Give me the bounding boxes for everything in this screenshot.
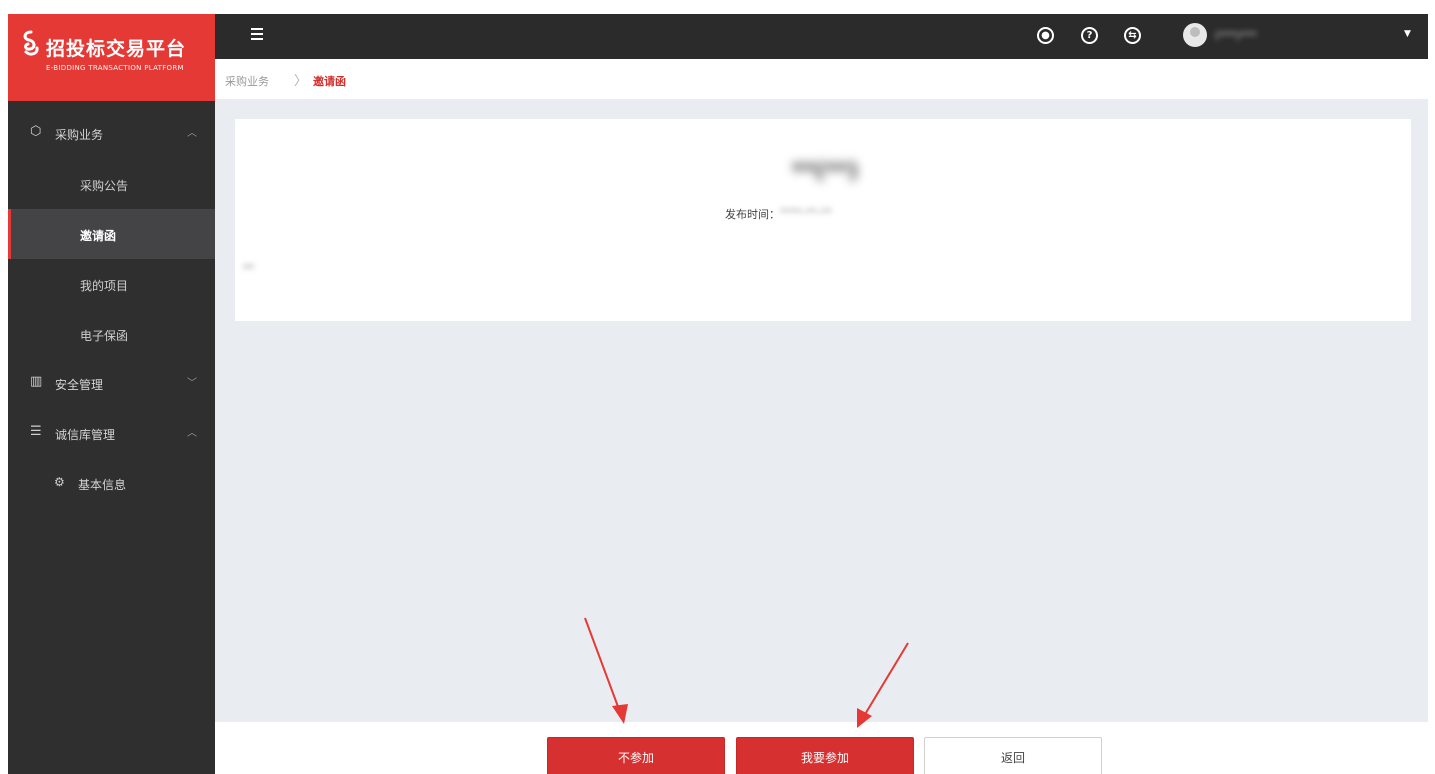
topbar: ● ? ⇆ (***)*** ▼ (215, 14, 1428, 59)
sidebar-group-label: 安全管理 (55, 378, 104, 392)
sidebar-item-label: 我的项目 (80, 279, 129, 293)
notification-icon[interactable]: ● (1037, 27, 1054, 44)
menu-toggle-icon[interactable] (251, 28, 265, 42)
switch-icon[interactable]: ⇆ (1124, 27, 1141, 44)
sidebar-group-procurement[interactable]: ⬡ 采购业务 ︿ (8, 109, 215, 159)
logo-subtitle: E-BIDDING TRANSACTION PLATFORM (46, 64, 184, 72)
publish-time-value: ****-**-** (780, 206, 832, 219)
caret-down-icon[interactable]: ▼ (1404, 29, 1411, 39)
document-title: **(**) (791, 159, 859, 184)
chevron-up-icon: ︿ (187, 128, 197, 139)
sidebar-item-my-projects[interactable]: 我的项目 (8, 259, 215, 309)
avatar[interactable] (1183, 23, 1207, 47)
sidebar-group-security[interactable]: ▥ 安全管理 ﹀ (8, 359, 215, 409)
sidebar-group-label: 采购业务 (55, 128, 104, 142)
sidebar-item-label: 基本信息 (78, 478, 127, 492)
join-button[interactable]: 我要参加 (736, 737, 914, 774)
username[interactable]: (***)*** (1215, 29, 1365, 42)
document-card: **(**) 发布时间： ****-**-** ** (235, 119, 1411, 321)
chevron-up-icon: ︿ (187, 428, 197, 439)
sidebar-group-label: 诚信库管理 (55, 428, 116, 442)
cube-icon: ⬡ (30, 124, 42, 139)
sidebar-item-label: 邀请函 (80, 229, 117, 243)
document-note: ** (243, 262, 254, 275)
breadcrumb-parent[interactable]: 采购业务 (225, 73, 269, 89)
logo-icon (23, 30, 39, 56)
decline-button[interactable]: 不参加 (547, 737, 725, 774)
sidebar-item-invitation[interactable]: 邀请函 (8, 209, 215, 259)
breadcrumb: 采购业务 〉 邀请函 (215, 59, 1428, 99)
list-icon: ☰ (30, 424, 42, 439)
sidebar-item-e-guarantee[interactable]: 电子保函 (8, 309, 215, 359)
breadcrumb-current: 邀请函 (313, 75, 346, 88)
help-icon[interactable]: ? (1081, 27, 1098, 44)
logo-title: 招投标交易平台 (46, 38, 187, 60)
gear-icon: ⚙ (54, 475, 65, 489)
brand-logo[interactable]: 招投标交易平台 E-BIDDING TRANSACTION PLATFORM (8, 14, 215, 101)
action-footer: 不参加 我要参加 返回 (215, 722, 1428, 774)
building-icon: ▥ (30, 374, 43, 389)
sidebar-item-label: 采购公告 (80, 179, 129, 193)
sidebar-group-credit[interactable]: ☰ 诚信库管理 ︿ (8, 409, 215, 459)
sidebar-item-procurement-notice[interactable]: 采购公告 (8, 159, 215, 209)
sidebar: 招投标交易平台 E-BIDDING TRANSACTION PLATFORM ⬡… (8, 14, 215, 774)
chevron-right-icon: 〉 (294, 74, 308, 89)
back-button[interactable]: 返回 (924, 737, 1102, 774)
sidebar-item-basic-info[interactable]: ⚙ 基本信息 (8, 459, 215, 509)
sidebar-item-label: 电子保函 (80, 329, 129, 343)
publish-time-label: 发布时间： (725, 208, 780, 221)
chevron-down-icon: ﹀ (187, 378, 197, 389)
app-root: 招投标交易平台 E-BIDDING TRANSACTION PLATFORM ⬡… (8, 14, 1428, 774)
